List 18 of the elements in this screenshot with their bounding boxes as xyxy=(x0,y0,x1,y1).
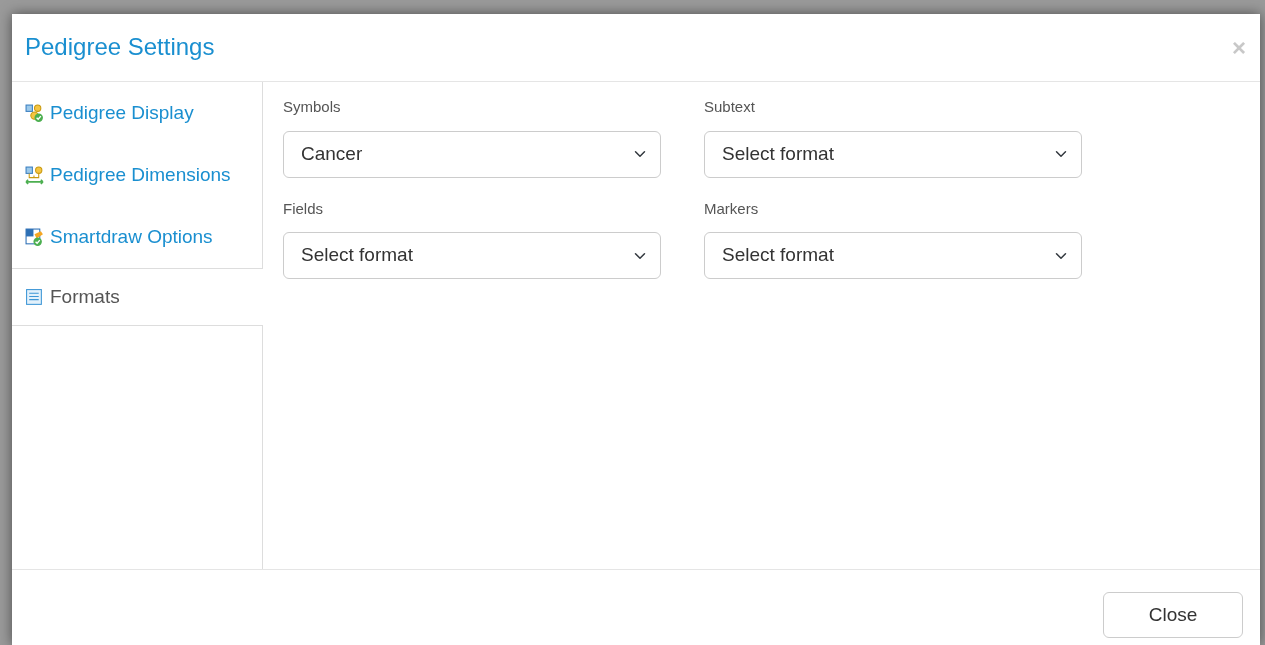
field-label: Markers xyxy=(704,198,760,219)
format-dropdown[interactable]: Select format xyxy=(704,130,1082,178)
settings-check-icon xyxy=(25,227,44,247)
document-icon xyxy=(25,287,44,307)
format-dropdown[interactable]: Select format xyxy=(704,232,1082,279)
sidebar-tab[interactable]: Formats xyxy=(12,268,263,326)
sidebar-tab[interactable]: Pedigree Display xyxy=(12,82,263,144)
sidebar-tab[interactable]: Smartdraw Options xyxy=(12,206,263,268)
sidebar-tab[interactable]: Pedigree Dimensions xyxy=(12,144,263,206)
field-label: Symbols xyxy=(283,97,342,117)
field-label: Subtext xyxy=(704,97,756,117)
tree-width-icon xyxy=(25,165,44,185)
dialog-title: Pedigree Settings xyxy=(25,33,215,62)
tree-check-icon xyxy=(25,103,44,123)
format-dropdown[interactable]: Cancer xyxy=(283,130,661,178)
format-dropdown[interactable]: Select format xyxy=(283,232,661,279)
field-label: Fields xyxy=(283,198,324,219)
close-button[interactable]: Close xyxy=(1103,592,1243,638)
